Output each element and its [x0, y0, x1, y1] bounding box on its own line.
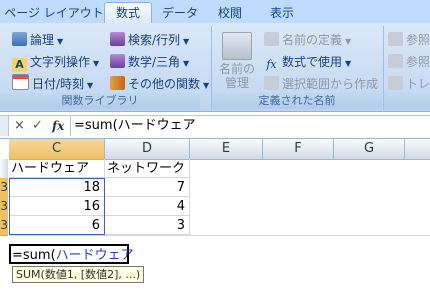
column-header-f[interactable]: F: [263, 139, 334, 160]
formula-bar-divider: [70, 116, 71, 136]
trace-precedents-button[interactable]: 参照: [388, 30, 430, 50]
function-tooltip[interactable]: SUM(数値1, [数値2], ...): [12, 266, 145, 283]
tab-page-layout[interactable]: ページ レイアウト: [2, 3, 106, 23]
enter-check-icon[interactable]: ✓: [32, 118, 43, 134]
trace-dependents-button[interactable]: 参照: [388, 52, 430, 72]
formula-bar: [0, 115, 430, 139]
formula-range-name: ハードウェア: [55, 248, 134, 263]
column-header-e[interactable]: E: [190, 139, 263, 160]
lookup-reference-button[interactable]: 検索/行列 ▼: [110, 30, 189, 50]
math-icon: [110, 54, 125, 68]
gridline: [9, 235, 430, 236]
cell-c-header[interactable]: ハードウェア: [9, 159, 105, 178]
cell-d-value[interactable]: 3: [105, 216, 190, 235]
column-header-d[interactable]: D: [105, 139, 190, 160]
arrow-left-icon: [388, 54, 403, 68]
lookup-icon: [110, 32, 125, 46]
chevron-down-icon: ▼: [203, 81, 210, 90]
row-header[interactable]: 3: [0, 178, 8, 198]
text-a-icon: A: [12, 58, 27, 72]
column-header-g[interactable]: G: [334, 139, 405, 160]
chevron-down-icon: ▼: [93, 59, 100, 68]
chevron-down-icon: ▼: [87, 81, 94, 90]
use-in-formula-button[interactable]: fx 数式で使用 ▼: [264, 52, 351, 72]
defined-names-caption: 定義された名前: [212, 93, 382, 109]
grid-icon: [264, 76, 279, 90]
cell-d-value[interactable]: 7: [105, 178, 190, 197]
more-functions-button[interactable]: その他の関数 ▼: [110, 74, 209, 94]
math-trig-button[interactable]: 数学/三角 ▼: [110, 52, 189, 72]
formula-fx-icon: fx: [266, 58, 277, 71]
define-name-button[interactable]: 名前の定義 ▼: [264, 30, 351, 50]
name-box[interactable]: [0, 116, 9, 136]
chevron-down-icon: ▼: [183, 59, 190, 68]
tab-formulas[interactable]: 数式: [104, 2, 152, 25]
calendar-icon: [12, 74, 29, 90]
active-edit-cell[interactable]: =sum(ハードウェア: [9, 244, 134, 264]
book-icon: [12, 32, 27, 46]
name-manager-button[interactable]: 名前の 管理: [216, 28, 258, 90]
insert-function-fx-icon[interactable]: fx: [52, 118, 64, 134]
chevron-down-icon: ▼: [345, 59, 352, 68]
range-selection-outline: [9, 178, 105, 235]
tab-review[interactable]: 校閲: [210, 3, 250, 23]
function-library-caption: 関数ライブラリ: [0, 93, 200, 109]
datetime-button[interactable]: 日付/時刻 ▼: [12, 74, 93, 94]
books-icon: [110, 76, 125, 90]
column-header-c[interactable]: C: [9, 139, 105, 160]
name-manager-icon: [222, 32, 252, 60]
formula-input[interactable]: =sum(ハードウェア: [74, 116, 196, 136]
chevron-down-icon: ▼: [345, 37, 352, 46]
tab-view[interactable]: 表示: [262, 3, 302, 23]
row-header[interactable]: [0, 159, 8, 179]
eraser-icon: [388, 76, 403, 90]
row-header[interactable]: 3: [0, 197, 8, 217]
cancel-icon[interactable]: ×: [14, 118, 25, 134]
arrow-right-icon: [388, 32, 403, 46]
text-functions-button[interactable]: A 文字列操作 ▼: [12, 52, 99, 72]
formula-auditing-caption: [384, 93, 430, 109]
cell-d-header[interactable]: ネットワーク: [105, 159, 190, 178]
tab-data[interactable]: データ: [156, 3, 204, 23]
chevron-down-icon: ▼: [183, 37, 190, 46]
cell-d-value[interactable]: 4: [105, 197, 190, 216]
remove-arrows-button[interactable]: トレ: [388, 74, 430, 94]
column-header-next: [405, 139, 430, 160]
tag-icon: [264, 32, 279, 46]
chevron-down-icon: ▼: [57, 37, 64, 46]
row-header[interactable]: 3: [0, 216, 8, 236]
logical-button[interactable]: 論理 ▼: [12, 30, 63, 50]
create-from-selection-button[interactable]: 選択範囲から作成: [264, 74, 378, 94]
